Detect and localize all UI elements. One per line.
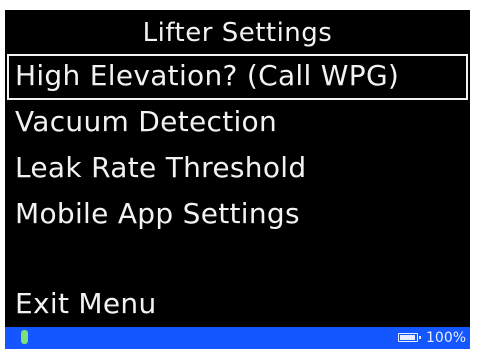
menu-item-vacuum-detection[interactable]: Vacuum Detection bbox=[5, 100, 470, 146]
battery-fill bbox=[400, 335, 415, 340]
menu-item-leak-rate-threshold[interactable]: Leak Rate Threshold bbox=[5, 146, 470, 192]
lifter-display: Lifter Settings High Elevation? (Call WP… bbox=[5, 10, 470, 349]
status-bar: 100% bbox=[5, 327, 470, 349]
battery-percent: 100% bbox=[426, 330, 467, 346]
mobile-app-icon bbox=[21, 330, 28, 344]
screen-title: Lifter Settings bbox=[142, 18, 333, 48]
menu-item-high-elevation[interactable]: High Elevation? (Call WPG) bbox=[7, 54, 468, 100]
battery-icon bbox=[398, 333, 421, 342]
exit-menu-button[interactable]: Exit Menu bbox=[5, 282, 470, 326]
settings-menu: High Elevation? (Call WPG) Vacuum Detect… bbox=[5, 54, 470, 238]
menu-item-mobile-app-settings[interactable]: Mobile App Settings bbox=[5, 192, 470, 238]
